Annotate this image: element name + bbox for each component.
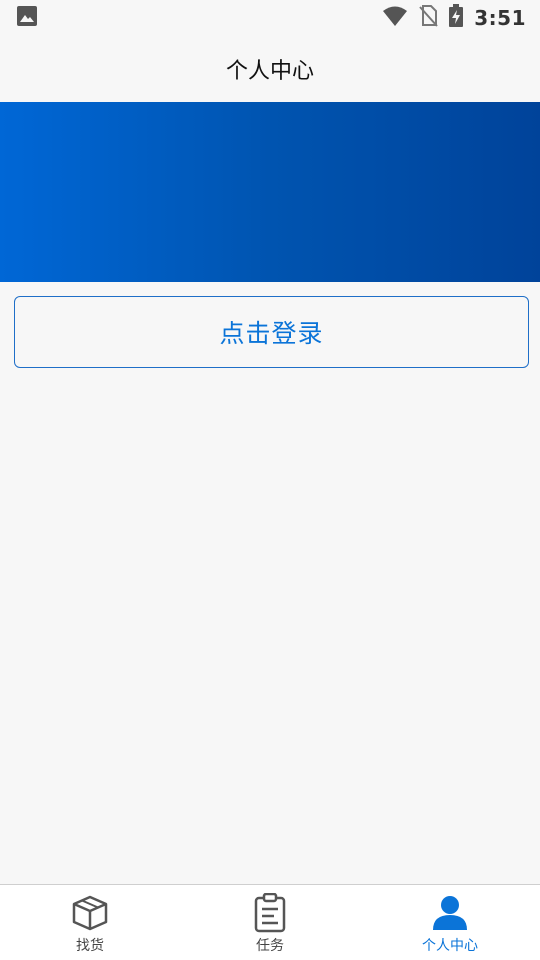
status-bar: 3:51: [0, 0, 540, 36]
wifi-icon: [382, 5, 408, 31]
nav-item-find-goods[interactable]: 找货: [0, 885, 180, 960]
status-right: 3:51: [382, 4, 526, 32]
box-icon: [70, 893, 110, 933]
nav-label-tasks: 任务: [256, 938, 284, 954]
no-sim-icon: [418, 5, 438, 31]
person-icon: [430, 893, 470, 933]
screen: 3:51 个人中心 点击登录 找货 任务 个人中心: [0, 0, 540, 960]
title-bar: 个人中心: [0, 36, 540, 102]
page-title: 个人中心: [225, 59, 314, 84]
clipboard-icon: [250, 893, 290, 933]
nav-label-find-goods: 找货: [76, 938, 104, 954]
nav-item-profile[interactable]: 个人中心: [360, 885, 540, 960]
battery-charging-icon: [448, 4, 464, 32]
status-left: [16, 5, 38, 31]
image-icon: [16, 5, 38, 31]
profile-banner: [0, 102, 540, 282]
login-button[interactable]: 点击登录: [14, 296, 529, 368]
status-time: 3:51: [474, 6, 526, 30]
nav-item-tasks[interactable]: 任务: [180, 885, 360, 960]
nav-label-profile: 个人中心: [422, 938, 478, 954]
bottom-nav: 找货 任务 个人中心: [0, 884, 540, 960]
login-button-label: 点击登录: [219, 319, 324, 348]
